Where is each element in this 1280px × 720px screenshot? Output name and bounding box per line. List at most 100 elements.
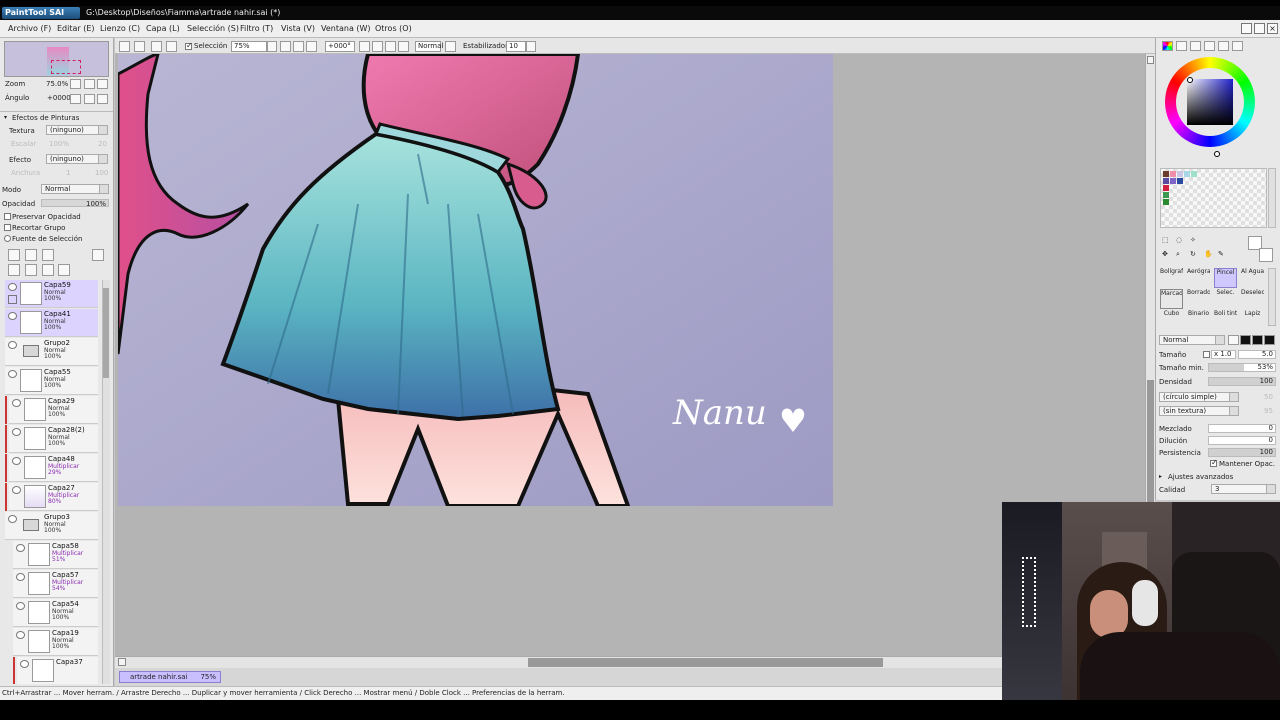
layer-item[interactable]: Capa54 Normal 100% [13,599,98,627]
scratchpad-tab-icon[interactable] [1232,41,1243,51]
texture-select[interactable]: (ninguno) [46,125,108,135]
blend-mode-dropdown[interactable] [445,41,456,52]
nav-zoom-plus-button[interactable] [84,79,95,89]
color-wheel[interactable] [1165,57,1255,157]
brush-boli-tinta[interactable]: Boli tinta [1214,310,1237,330]
nav-rotate-left-button[interactable] [70,94,81,104]
brush-marcador[interactable]: Marcador [1160,289,1183,309]
undo-button[interactable] [119,41,130,52]
rotate-right-button[interactable] [372,41,383,52]
new-folder-button[interactable] [42,249,54,261]
advanced-settings-label[interactable]: Ajustes avanzados [1168,473,1233,481]
selection-checkbox[interactable]: ✓ [185,41,193,50]
layer-item[interactable]: Capa37 [13,657,98,684]
edge-softer-icon[interactable] [1264,335,1275,345]
maximize-button[interactable] [1254,23,1265,34]
edge-soft-icon[interactable] [1252,335,1263,345]
brushes-scrollbar[interactable] [1268,268,1276,326]
visibility-eye-icon[interactable] [8,370,17,378]
layer-item[interactable]: Capa28(2) Normal 100% [5,425,98,453]
redo-button[interactable] [134,41,145,52]
zoom-dropdown-button[interactable] [267,41,277,52]
layer-item[interactable]: Capa58 Multiplicar 51% [13,541,98,569]
min-size-slider[interactable]: 53% [1208,363,1276,372]
brush-mode-select[interactable]: Normal [1159,335,1225,345]
menu-lienzo[interactable]: Lienzo (C) [100,24,140,33]
swatch-6[interactable] [1163,178,1169,184]
brush-aerografo[interactable]: Aerógrafo [1187,268,1210,288]
menu-editar[interactable]: Editar (E) [57,24,95,33]
hsv-slider-tab-icon[interactable] [1190,41,1201,51]
edge-medium-icon[interactable] [1240,335,1251,345]
move-tool-icon[interactable]: ✥ [1162,250,1168,258]
visibility-eye-icon[interactable] [16,544,25,552]
size-value[interactable]: 5.0 [1238,350,1276,359]
angle-value[interactable]: +0000 [47,94,71,102]
eyedropper-tool-icon[interactable]: ✎ [1218,250,1224,258]
swatch-7[interactable] [1170,178,1176,184]
blend-mode-select[interactable]: Normal [415,41,443,52]
rect-select-tool-icon[interactable]: ⬚ [1162,236,1169,244]
lasso-tool-icon[interactable]: ◌ [1176,236,1182,244]
flip-button[interactable] [398,41,409,52]
menu-seleccion[interactable]: Selección (S) [187,24,239,33]
clear-layer-button[interactable] [42,264,54,276]
quality-select[interactable]: 3 [1211,484,1276,494]
hue-picker-handle[interactable] [1214,151,1220,157]
size-lock-checkbox[interactable] [1203,351,1210,358]
horizontal-scroll-thumb[interactable] [528,658,883,667]
layer-item[interactable]: Capa59 Normal 100% [5,280,98,308]
menu-archivo[interactable]: Archivo (F) [8,24,51,33]
brush-deselec[interactable]: Deselec. [1241,289,1264,309]
swatch-11[interactable] [1163,199,1169,205]
layer-folder-item[interactable]: Grupo2 Normal 100% [5,338,98,366]
navigator-viewport[interactable] [51,60,81,74]
layer-item[interactable]: Capa55 Normal 100% [5,367,98,395]
brush-binario[interactable]: Binario [1187,310,1210,330]
swatches-tab-icon[interactable] [1218,41,1229,51]
swatch-9[interactable] [1163,185,1169,191]
keep-opacity-checkbox[interactable]: ✓ [1210,458,1218,467]
persistence-slider[interactable]: 100 [1208,448,1276,457]
layer-item[interactable]: Capa27 Multiplicar 80% [5,483,98,511]
scroll-left-button[interactable] [118,658,126,666]
edge-hard-icon[interactable] [1228,335,1239,345]
magic-wand-tool-icon[interactable]: ✧ [1190,236,1196,244]
pen-lock-icon[interactable] [8,295,17,304]
brush-pincel[interactable]: Pincel [1214,268,1237,288]
brush-lapiz[interactable]: Lapiz [1241,310,1264,330]
menu-vista[interactable]: Vista (V) [281,24,315,33]
rotate-left-button[interactable] [359,41,370,52]
layer-item[interactable]: Capa41 Normal 100% [5,309,98,337]
sv-picker-handle[interactable] [1187,77,1193,83]
clip-group-checkbox[interactable] [4,224,11,231]
swatch-8[interactable] [1177,178,1183,184]
swatch-1[interactable] [1163,171,1169,177]
effect-select[interactable]: (ninguno) [46,154,108,164]
menu-ventana[interactable]: Ventana (W) [321,24,371,33]
swatches-scrollbar[interactable] [1268,168,1276,228]
stabilizer-select[interactable]: 10 [506,41,526,52]
zoom-out-button[interactable] [280,41,291,52]
angle-select[interactable]: +000° [325,41,355,52]
hand-tool-icon[interactable]: ✋ [1204,250,1213,258]
close-button[interactable]: × [1267,23,1278,34]
zoom-reset-button[interactable] [306,41,317,52]
zoom-in-button[interactable] [293,41,304,52]
menu-capa[interactable]: Capa (L) [146,24,180,33]
rotate-tool-icon[interactable]: ↻ [1190,250,1196,258]
transfer-down-button[interactable] [8,264,20,276]
nav-rotate-right-button[interactable] [84,94,95,104]
navigator-preview[interactable] [4,41,109,77]
menu-filtro[interactable]: Filtro (T) [240,24,273,33]
new-linework-layer-button[interactable] [25,249,37,261]
nav-zoom-minus-button[interactable] [70,79,81,89]
document-tab[interactable]: artrade nahir.sai 75% [119,671,221,683]
layer-item[interactable]: Capa29 Normal 100% [5,396,98,424]
swatch-3[interactable] [1177,171,1183,177]
merge-down-button[interactable] [25,264,37,276]
trash-icon[interactable] [58,264,70,276]
layer-list-scroll-thumb[interactable] [103,288,109,378]
color-swatches[interactable] [1160,168,1267,228]
brush-al-agua[interactable]: Al Agua [1241,268,1264,288]
